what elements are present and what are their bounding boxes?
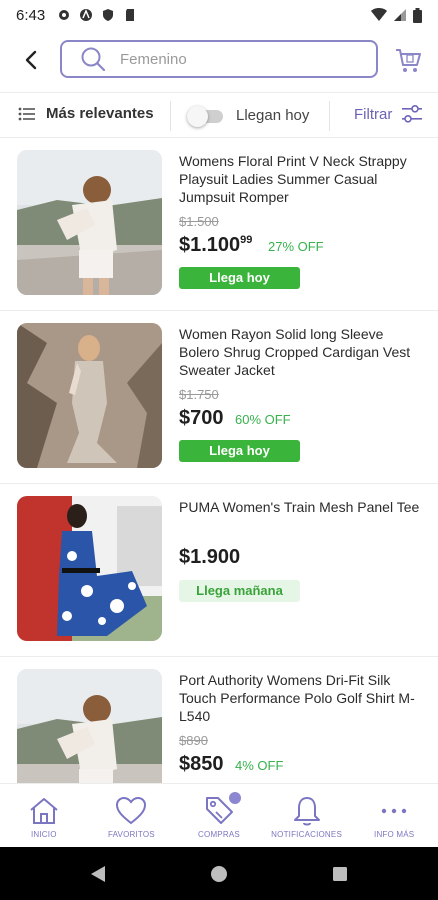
- heart-icon: [116, 796, 147, 825]
- product-image: [17, 323, 162, 468]
- discount-label: 27% OFF: [268, 239, 324, 254]
- product-price: $700: [179, 407, 224, 429]
- nav-label: FAVORITOS: [107, 830, 155, 839]
- product-title: Women Rayon Solid long Sleeve Bolero Shr…: [179, 326, 411, 378]
- divider: [329, 101, 330, 131]
- product-price: $1.10099: [179, 234, 253, 256]
- product-list: Womens Floral Print V Neck Strappy Plays…: [0, 138, 438, 783]
- nav-label: INICIO: [30, 830, 57, 839]
- discount-label: 60% OFF: [235, 412, 291, 427]
- delivery-badge: Llega hoy: [179, 267, 300, 289]
- product-old-price: $1.500: [179, 214, 219, 229]
- settings-status-icon: [59, 10, 70, 20]
- nav-label: INFO MÁS: [374, 830, 415, 839]
- arrives-today-label: Llegan hoy: [236, 107, 310, 124]
- product-card[interactable]: PUMA Women's Train Mesh Panel Tee $1.900…: [0, 484, 438, 657]
- nav-label: NOTIFICACIONES: [271, 830, 342, 839]
- status-bar: 6:43: [0, 0, 438, 30]
- search-header: Femenino: [0, 38, 438, 82]
- product-title: Womens Floral Print V Neck Strappy Plays…: [179, 153, 407, 205]
- more-icon: [381, 808, 407, 814]
- nav-item-compras[interactable]: COMPRAS: [175, 784, 263, 848]
- product-image: [17, 150, 162, 295]
- bell-icon: [293, 797, 320, 826]
- product-price: $850: [179, 753, 224, 775]
- signal-icon: [394, 9, 406, 21]
- filter-bar: Más relevantes Llegan hoy Filtrar: [0, 92, 438, 138]
- wifi-icon: [371, 8, 387, 21]
- cart-icon[interactable]: [394, 46, 422, 74]
- divider: [170, 101, 171, 131]
- notification-dot: [229, 792, 242, 804]
- nav-item-favoritos[interactable]: FAVORITOS: [88, 784, 176, 848]
- search-icon: [81, 47, 106, 72]
- status-system-icons: [371, 7, 422, 23]
- product-title: Port Authority Womens Dri-Fit Silk Touch…: [179, 672, 415, 724]
- home-icon: [30, 798, 58, 824]
- sort-label: Más relevantes: [46, 105, 154, 122]
- nav-item-notificaciones[interactable]: NOTIFICACIONES: [263, 784, 351, 848]
- sdcard-status-icon: [126, 9, 135, 21]
- product-price: $1.900: [179, 546, 241, 568]
- back-triangle-icon[interactable]: [89, 864, 107, 884]
- product-old-price: $890: [179, 733, 208, 748]
- recents-square-icon[interactable]: [331, 864, 349, 884]
- system-navigation-bar: [0, 847, 438, 900]
- product-card[interactable]: Womens Floral Print V Neck Strappy Plays…: [0, 138, 438, 311]
- delivery-badge: Llega hoy: [179, 440, 300, 462]
- sliders-icon: [402, 105, 423, 123]
- back-arrow-icon[interactable]: [20, 48, 44, 72]
- status-notification-icons: [57, 8, 137, 22]
- product-old-price: $1.750: [179, 387, 219, 402]
- nav-item-info-mas[interactable]: INFO MÁS: [350, 784, 438, 848]
- search-input[interactable]: Femenino: [60, 40, 378, 78]
- nav-item-inicio[interactable]: INICIO: [0, 784, 88, 848]
- nav-label: COMPRAS: [198, 830, 240, 839]
- search-placeholder: Femenino: [120, 50, 187, 68]
- list-sort-icon: [18, 107, 35, 120]
- bottom-navigation: INICIO FAVORITOS COMPRAS NOTIFICACIONES …: [0, 783, 438, 847]
- product-card[interactable]: Port Authority Womens Dri-Fit Silk Touch…: [0, 657, 438, 783]
- arrives-today-toggle[interactable]: [187, 105, 225, 127]
- status-time: 6:43: [16, 6, 46, 24]
- home-circle-icon[interactable]: [210, 864, 228, 884]
- filter-label: Filtrar: [354, 105, 393, 123]
- app-status-icon: [80, 9, 93, 21]
- product-card[interactable]: Women Rayon Solid long Sleeve Bolero Shr…: [0, 311, 438, 484]
- filter-button[interactable]: Filtrar: [354, 105, 423, 123]
- product-image: [17, 669, 162, 783]
- sort-button[interactable]: Más relevantes: [18, 105, 154, 122]
- shield-status-icon: [103, 9, 114, 21]
- product-title: PUMA Women's Train Mesh Panel Tee: [179, 499, 420, 515]
- product-image: [17, 496, 162, 641]
- battery-icon: [413, 7, 422, 23]
- price-cents: 99: [240, 234, 253, 246]
- delivery-badge: Llega mañana: [179, 580, 300, 602]
- discount-label: 4% OFF: [235, 758, 284, 773]
